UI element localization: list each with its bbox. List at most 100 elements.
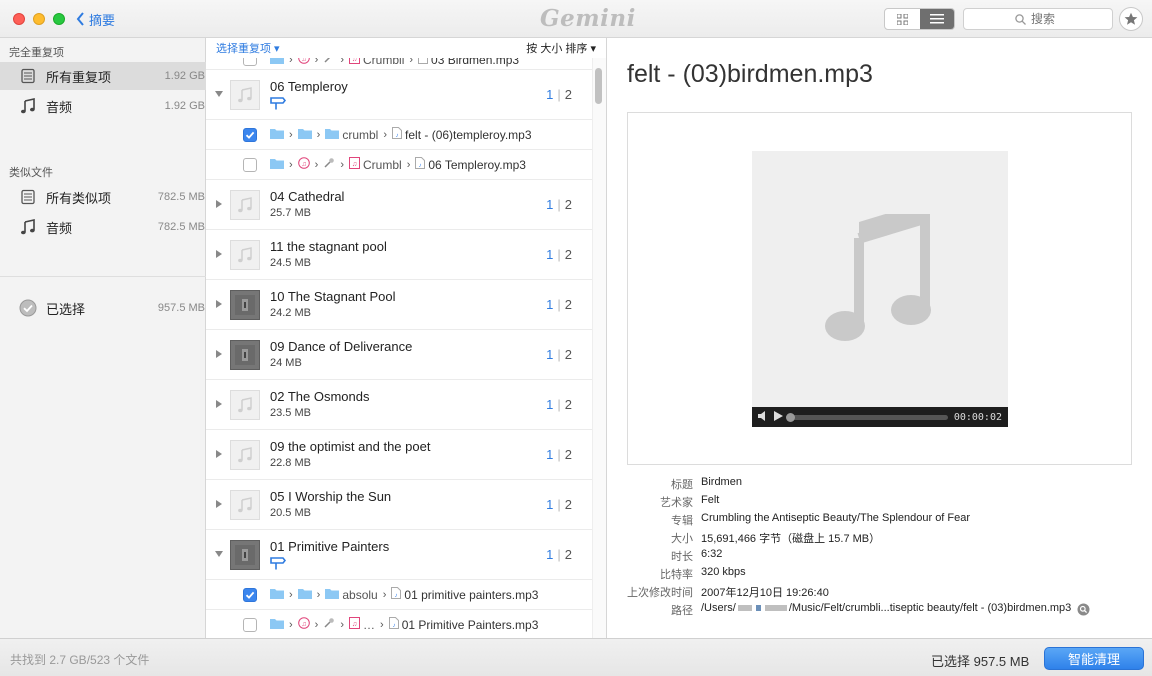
metadata-key: 专辑 — [671, 515, 693, 527]
count-total: 2 — [564, 447, 572, 462]
sidebar-item-label: 音频 — [46, 220, 73, 236]
duplicate-count: 1 | 2 — [546, 447, 572, 462]
svg-text:♪: ♪ — [419, 163, 422, 169]
metadata-row: 专辑 Crumbling the Antiseptic Beauty/The Sp… — [607, 512, 1152, 530]
close-window-button[interactable] — [13, 13, 25, 25]
count-total: 2 — [564, 497, 572, 512]
path-segment: absolu — [342, 587, 378, 602]
file-path: › › crumbl › ♪ felt - (06)templeroy.mp3 — [270, 127, 532, 142]
reveal-in-finder-icon[interactable] — [1077, 603, 1090, 620]
audio-file-icon: ♪ — [415, 157, 426, 172]
metadata-value: /Users/ /Music/Felt/crumbli...tiseptic be… — [701, 602, 1071, 620]
path-suffix: /Music/Felt/crumbli...tiseptic beauty/fe… — [788, 602, 1072, 614]
duplicate-group-row[interactable]: 01 Primitive Painters 1 | 2 — [206, 530, 592, 580]
music-note-icon — [230, 240, 260, 270]
sidebar-item-all-duplicates[interactable]: 所有重复项 1.92 GB — [0, 62, 206, 90]
search-box[interactable] — [963, 8, 1113, 30]
metadata-value: Crumbling the Antiseptic Beauty/The Sple… — [701, 512, 971, 524]
sidebar-item-audio-duplicates[interactable]: 音频 1.92 GB — [0, 92, 206, 120]
sidebar-item-selected[interactable]: 已选择 957.5 MB — [0, 294, 206, 322]
music-note-icon — [230, 490, 260, 520]
svg-text:♫: ♫ — [352, 161, 357, 168]
group-size: 24.5 MB — [270, 257, 311, 269]
file-name: 01 primitive painters.mp3 — [404, 587, 539, 602]
duplicate-group-row[interactable]: 10 The Stagnant Pool 24.2 MB 1 | 2 — [206, 280, 592, 330]
play-icon[interactable] — [774, 410, 783, 424]
count-total: 2 — [564, 397, 572, 412]
triangle-right-icon — [216, 350, 222, 358]
duplicate-group-row[interactable]: 04 Cathedral 25.7 MB 1 | 2 — [206, 180, 592, 230]
found-summary: 共找到 2.7 GB/523 个文件 — [10, 653, 150, 667]
triangle-right-icon — [216, 250, 222, 258]
path-segment: crumbl — [342, 127, 379, 142]
audio-player: 00:00:02 — [752, 407, 1008, 427]
scrollbar-thumb[interactable] — [595, 68, 602, 104]
duplicate-group-row[interactable]: 05 I Worship the Sun 20.5 MB 1 | 2 — [206, 480, 592, 530]
sidebar-item-all-similar[interactable]: 所有类似项 782.5 MB — [0, 183, 206, 211]
chevron-left-icon — [76, 12, 84, 26]
favorite-button[interactable] — [1119, 7, 1143, 31]
folder-icon — [270, 158, 284, 172]
count-selected: 1 — [546, 197, 554, 212]
metadata-row: 艺术家 Felt — [607, 494, 1152, 512]
duplicate-file-row[interactable]: › ♫ › › ♫… › ♪ 01 Primitive Painters.mp3 — [206, 610, 592, 638]
back-button[interactable]: 摘要 — [76, 10, 115, 28]
count-selected: 1 — [546, 87, 554, 102]
path-segment: Crumbl — [363, 157, 402, 172]
folder-icon — [270, 618, 284, 632]
duplicate-group-row[interactable]: 02 The Osmonds 23.5 MB 1 | 2 — [206, 380, 592, 430]
metadata-row: 时长 6:32 — [607, 548, 1152, 566]
album-thumbnail — [230, 540, 260, 570]
group-name: 06 Templeroy — [270, 79, 348, 94]
duplicate-checkbox[interactable] — [243, 588, 257, 602]
duplicate-file-row[interactable]: › › absolu › ♪ 01 primitive painters.mp3 — [206, 580, 592, 610]
zoom-window-button[interactable] — [53, 13, 65, 25]
list-view-button[interactable] — [919, 9, 954, 29]
duplicate-count: 1 | 2 — [546, 87, 572, 102]
grid-view-button[interactable] — [885, 9, 920, 29]
file-name: 01 Primitive Painters.mp3 — [401, 617, 539, 632]
keep-flag-icon — [270, 97, 286, 110]
search-input[interactable] — [1031, 12, 1061, 26]
metadata-key: 标题 — [671, 479, 693, 491]
duplicate-file-row[interactable]: › ♫ › › ♫ Crumbl › ♪ 06 Templeroy.mp3 — [206, 150, 592, 180]
sidebar-item-size: 1.92 GB — [164, 100, 205, 112]
sidebar-item-size: 1.92 GB — [164, 70, 205, 82]
duplicate-checkbox[interactable] — [243, 158, 257, 172]
metadata-key: 艺术家 — [660, 497, 693, 509]
microphone-icon — [323, 157, 335, 172]
metadata-value: Felt — [701, 494, 720, 506]
duplicate-checkbox[interactable] — [243, 128, 257, 142]
music-note-icon — [825, 214, 931, 341]
redacted-text — [755, 605, 761, 612]
svg-text:♪: ♪ — [392, 623, 395, 629]
duplicate-group-row[interactable]: 06 Templeroy 1 | 2 — [206, 70, 592, 120]
duplicate-checkbox[interactable] — [243, 618, 257, 632]
volume-icon[interactable] — [758, 410, 768, 424]
grid-icon — [896, 13, 908, 25]
itunes-icon: ♫ — [297, 157, 310, 172]
music-note-icon — [230, 440, 260, 470]
playback-time: 00:00:02 — [953, 411, 1002, 423]
smart-cleanup-button[interactable]: 智能清理 — [1044, 647, 1144, 670]
group-name: 04 Cathedral — [270, 189, 345, 204]
svg-text:♫: ♫ — [301, 621, 306, 628]
playback-knob[interactable] — [786, 412, 795, 422]
check-circle-icon — [19, 299, 37, 317]
group-name: 05 I Worship the Sun — [270, 489, 392, 504]
duplicate-group-row[interactable]: 09 Dance of Deliverance 24 MB 1 | 2 — [206, 330, 592, 380]
group-size: 25.7 MB — [270, 207, 311, 219]
album-art-placeholder — [752, 151, 1008, 407]
stack-icon — [19, 67, 37, 85]
select-duplicates-menu[interactable]: 选择重复项 ▾ — [216, 40, 280, 56]
sidebar-item-label: 已选择 — [46, 301, 86, 317]
count-selected: 1 — [546, 547, 554, 562]
minimize-window-button[interactable] — [33, 13, 45, 25]
duplicate-file-row[interactable]: › › crumbl › ♪ felt - (06)templeroy.mp3 — [206, 120, 592, 150]
playback-slider[interactable] — [786, 412, 948, 422]
duplicate-group-row[interactable]: 11 the stagnant pool 24.5 MB 1 | 2 — [206, 230, 592, 280]
duplicate-group-row[interactable]: 09 the optimist and the poet 22.8 MB 1 | 2 — [206, 430, 592, 480]
sidebar-item-label: 所有类似项 — [46, 190, 112, 206]
sort-by-size-menu[interactable]: 按 大小 排序 ▾ — [526, 40, 596, 56]
sidebar-item-audio-similar[interactable]: 音频 782.5 MB — [0, 213, 206, 241]
